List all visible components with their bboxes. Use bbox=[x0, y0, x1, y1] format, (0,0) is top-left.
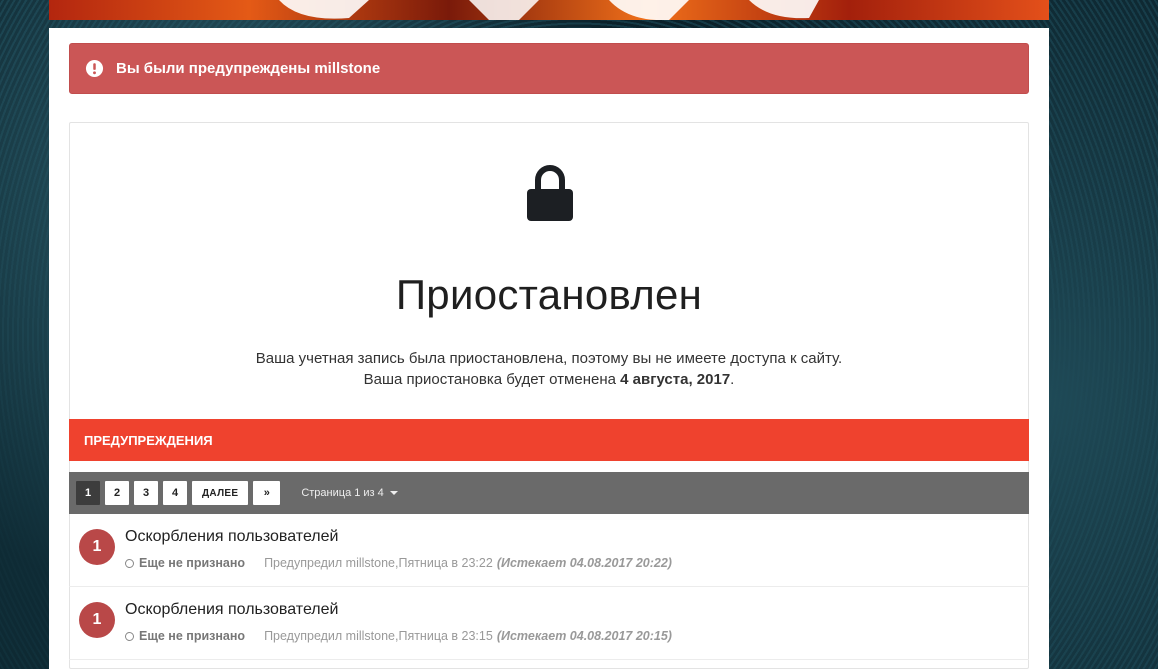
last-page-button[interactable]: » bbox=[253, 481, 281, 505]
warning-points-badge: 1 bbox=[79, 529, 115, 565]
alert-text: Вы были предупреждены millstone bbox=[116, 60, 381, 77]
warning-status: Еще не признано bbox=[125, 556, 245, 570]
pagination: 1 2 3 4 ДАЛЕЕ » Страница 1 из 4 bbox=[69, 472, 1029, 514]
warning-status: Еще не признано bbox=[125, 629, 245, 643]
site-banner bbox=[49, 0, 1049, 20]
page-4-button[interactable]: 4 bbox=[163, 481, 187, 505]
warning-title[interactable]: Оскорбления пользователей bbox=[125, 528, 338, 546]
suspension-end-suffix: . bbox=[730, 371, 735, 388]
suspension-card: Приостановлен Ваша учетная запись была п… bbox=[69, 122, 1029, 669]
warning-meta: Еще не признано Предупредил millstone,Пя… bbox=[125, 556, 672, 570]
exclamation-circle-icon bbox=[84, 59, 104, 79]
warning-expires: (Истекает 04.08.2017 20:15) bbox=[496, 629, 672, 643]
lock-icon bbox=[526, 164, 574, 224]
banner-flames bbox=[279, 0, 819, 20]
page-1-button[interactable]: 1 bbox=[76, 481, 100, 505]
circle-outline-icon bbox=[125, 558, 134, 568]
suspension-end-prefix: Ваша приостановка будет отменена bbox=[363, 371, 621, 388]
warning-alert: Вы были предупреждены millstone bbox=[69, 43, 1029, 94]
warning-item[interactable]: 1 Оскорбления пользователей Еще не призн… bbox=[69, 587, 1029, 660]
warning-item[interactable]: 1 Оскорбления пользователей Еще не призн… bbox=[69, 514, 1029, 587]
suspension-end-date: 4 августа, 2017 bbox=[620, 371, 731, 388]
suspended-title: Приостановлен bbox=[395, 271, 703, 318]
suspension-message-line1: Ваша учетная запись была приостановлена,… bbox=[255, 350, 843, 367]
warning-expires: (Истекает 04.08.2017 20:22) bbox=[496, 556, 672, 570]
warning-status-text: Еще не признано bbox=[139, 629, 246, 643]
page-2-button[interactable]: 2 bbox=[105, 481, 129, 505]
circle-outline-icon bbox=[125, 631, 134, 641]
warning-points-badge: 1 bbox=[79, 602, 115, 638]
main-content: Вы были предупреждены millstone Приостан… bbox=[49, 28, 1049, 669]
next-page-button[interactable]: ДАЛЕЕ bbox=[192, 481, 249, 505]
warnings-header: ПРЕДУПРЕЖДЕНИЯ bbox=[69, 419, 1029, 461]
suspension-message-line2: Ваша приостановка будет отменена 4 авгус… bbox=[70, 369, 1028, 390]
warnings-list: 1 Оскорбления пользователей Еще не призн… bbox=[69, 514, 1029, 660]
warning-issued: Предупредил millstone,Пятница в 23:15 bbox=[264, 629, 493, 643]
caret-down-icon bbox=[389, 491, 398, 495]
page-3-button[interactable]: 3 bbox=[134, 481, 158, 505]
warning-title[interactable]: Оскорбления пользователей bbox=[125, 601, 338, 619]
warning-status-text: Еще не признано bbox=[139, 556, 246, 570]
warning-issued: Предупредил millstone,Пятница в 23:22 bbox=[264, 556, 493, 570]
page-info-text: Страница 1 из 4 bbox=[301, 487, 384, 499]
warning-meta: Еще не признано Предупредил millstone,Пя… bbox=[125, 629, 672, 643]
suspension-message: Ваша учетная запись была приостановлена,… bbox=[70, 348, 1028, 390]
page-jump-dropdown[interactable]: Страница 1 из 4 bbox=[301, 487, 398, 499]
